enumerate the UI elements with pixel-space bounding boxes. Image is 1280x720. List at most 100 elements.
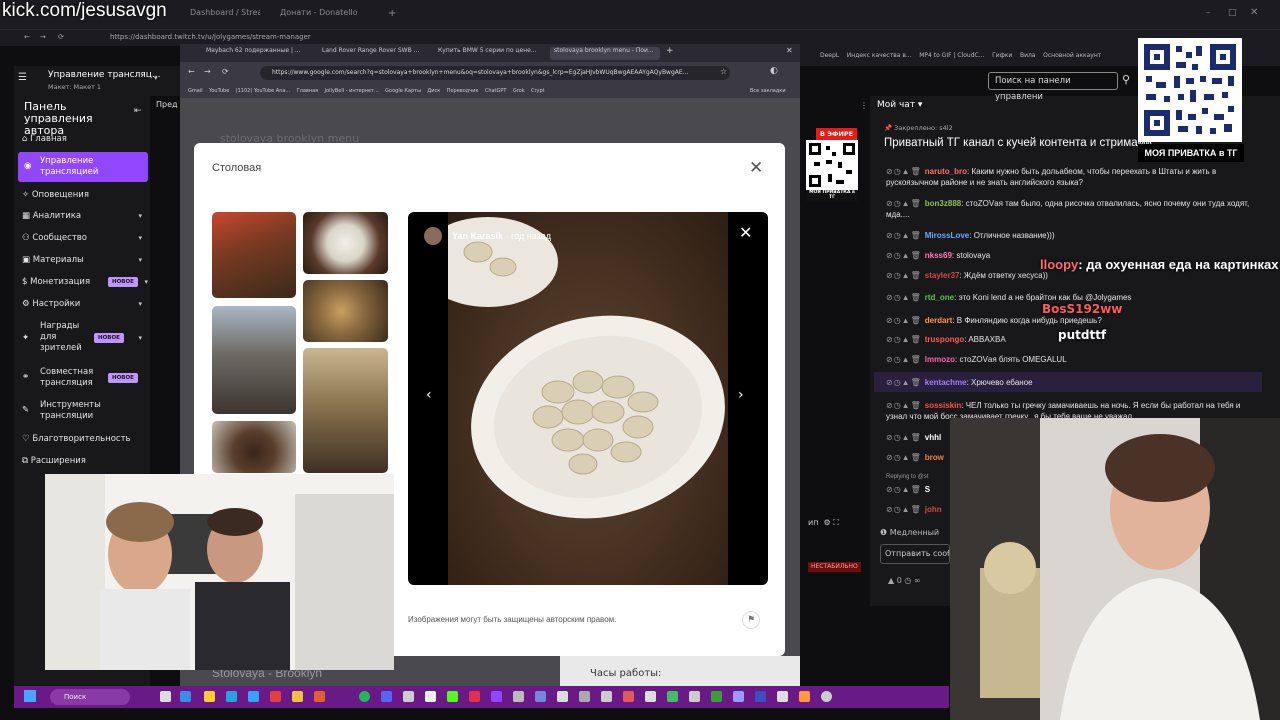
bookmark[interactable]: Crypt — [531, 88, 545, 94]
chat-input[interactable]: Отправить сооб — [880, 544, 950, 564]
bookmark[interactable]: Google Карты — [385, 88, 421, 94]
bookmark[interactable]: Индекс качества в... — [847, 52, 912, 59]
sidebar-item-tools[interactable]: ✎ Инструменты трансляции — [22, 400, 122, 422]
folder-icon[interactable] — [204, 691, 215, 702]
outer-tab[interactable]: Dashboard / StreamElab — [190, 8, 260, 26]
inner-tab[interactable]: Купить BMW 5 серии по цене... — [434, 47, 544, 60]
chat-message[interactable]: ⊘◷▲🗑 derdart: В Финляндию когда нибудь пр… — [886, 315, 1266, 326]
new-tab-icon[interactable]: + — [388, 8, 396, 19]
collapse-icon[interactable]: ⇤ — [134, 106, 142, 116]
app-icon[interactable] — [292, 691, 303, 702]
bookmark[interactable]: ChatGPT — [485, 88, 507, 94]
photo-thumbnail[interactable] — [303, 280, 388, 342]
close-icon[interactable]: ✕ — [749, 158, 763, 178]
sidebar-item-community[interactable]: ⚇ Сообщество — [22, 233, 87, 244]
chevron-down-icon[interactable]: ▾ — [138, 300, 142, 308]
windows-start-icon[interactable] — [24, 690, 36, 702]
bookmark[interactable]: Переводчик — [447, 88, 479, 94]
channel-points[interactable]: ▲ 0 ◷ ∞ — [888, 576, 921, 585]
chevron-left-icon[interactable]: ‹ — [426, 387, 432, 403]
search-icon[interactable]: ⚲ — [1122, 73, 1130, 86]
sidebar-item-alerts[interactable]: ✧ Оповещения — [22, 190, 89, 201]
close-window-icon[interactable]: ✕ — [1250, 7, 1258, 18]
avatar[interactable] — [424, 227, 442, 245]
discord-icon[interactable] — [381, 691, 392, 702]
inner-url-field[interactable]: https://www.google.com/search?q=stolovay… — [260, 66, 730, 80]
minimize-icon[interactable]: – — [1206, 8, 1211, 18]
outer-tab[interactable]: Донати - Donatello — [280, 8, 370, 26]
app-icon[interactable] — [513, 691, 524, 702]
reload-icon[interactable]: ⟳ — [58, 33, 64, 41]
author-name[interactable]: Yan Karasik — [452, 231, 503, 241]
chat-header[interactable]: Мой чат ▾ — [877, 100, 922, 110]
sidebar-item-collab[interactable]: ⚭ Совместная трансляция — [22, 367, 102, 389]
sidebar-item-rewards[interactable]: ✦ Награды для зрителей — [22, 321, 82, 354]
profile-icon[interactable]: ◐ — [770, 66, 778, 76]
bookmark[interactable]: MP4 to GIF | CloudC... — [919, 52, 984, 59]
bookmark[interactable]: YouTube — [209, 88, 229, 94]
app-icon[interactable] — [777, 691, 788, 702]
chat-message-highlighted[interactable]: ⊘◷▲🗑 kentachme: Хрючево ебаное — [874, 372, 1262, 392]
sidebar-item-monetization[interactable]: $ Монетизация — [22, 277, 90, 288]
app-icon[interactable] — [667, 691, 678, 702]
app-icon[interactable] — [755, 691, 766, 702]
sidebar-item-settings[interactable]: ⚙ Настройки — [22, 299, 80, 310]
kick-icon[interactable] — [447, 691, 458, 702]
chat-message[interactable]: ⊘◷▲🗑 MirossLove: Отличное название))) — [886, 230, 1266, 241]
manager-title[interactable]: Управление трансляц... — [48, 70, 161, 80]
spotify-icon[interactable] — [359, 691, 370, 702]
bookmark[interactable]: Диск — [427, 88, 440, 94]
menu-icon[interactable]: ☰ — [18, 72, 27, 83]
bookmark[interactable]: Основной аккаунт — [1043, 52, 1101, 59]
telegram-icon[interactable] — [226, 691, 237, 702]
sidebar-item-extensions[interactable]: ⧉ Расширения — [22, 456, 86, 467]
photo-thumbnail[interactable] — [303, 212, 388, 274]
sidebar-item-charity[interactable]: ♡ Благотворительность — [22, 434, 131, 445]
chevron-down-icon[interactable]: ▾ — [138, 234, 142, 242]
chat-message[interactable]: ⊘◷▲🗑 lmmozo: стоZOVая блять OMEGALUL — [886, 354, 1266, 365]
more-options-icon[interactable]: ⋮ — [860, 101, 868, 110]
photo-thumbnail[interactable] — [212, 212, 296, 298]
bookmark[interactable]: Главная — [297, 88, 319, 94]
app-icon[interactable] — [623, 691, 634, 702]
app-icon[interactable] — [601, 691, 612, 702]
app-icon[interactable] — [535, 691, 546, 702]
app-icon[interactable] — [270, 691, 281, 702]
photo-thumbnail[interactable] — [212, 421, 296, 473]
player-controls[interactable]: ип ⚙ ⛶ — [808, 518, 839, 528]
bookmark[interactable]: DeepL — [820, 52, 839, 59]
app-icon[interactable] — [314, 691, 325, 702]
sidebar-item-content[interactable]: ▣ Материалы — [22, 255, 84, 266]
chevron-down-icon[interactable]: ▾ — [138, 212, 142, 220]
all-bookmarks[interactable]: Все закладки — [750, 88, 786, 94]
app-icon[interactable] — [689, 691, 700, 702]
sidebar-item-stream-manager[interactable]: ◉ Управление трансляцией — [18, 152, 148, 182]
star-icon[interactable]: ☆ — [720, 67, 727, 76]
close-window-icon[interactable]: ✕ — [786, 46, 793, 55]
bookmark[interactable]: Gmail — [188, 88, 203, 94]
chat-message[interactable]: ⊘◷▲🗑 bon3z888: стоZOVая там было, одна ри… — [886, 198, 1266, 220]
forward-icon[interactable]: → — [204, 67, 211, 76]
close-icon[interactable]: ✕ — [739, 223, 752, 242]
app-icon[interactable] — [799, 691, 810, 702]
app-icon[interactable] — [645, 691, 656, 702]
chat-message[interactable]: ⊘◷▲🗑 naruto_bro: Каким нужно быть дольабе… — [886, 166, 1266, 188]
dashboard-search[interactable]: Поиск на панели управлени — [988, 72, 1118, 102]
chevron-down-icon[interactable]: ▾ — [154, 74, 158, 82]
app-icon[interactable] — [733, 691, 744, 702]
app-icon[interactable] — [821, 691, 832, 702]
maximize-icon[interactable]: □ — [1228, 8, 1237, 18]
bookmark[interactable]: Grok — [513, 88, 525, 94]
app-icon[interactable] — [557, 691, 568, 702]
taskbar-search[interactable]: Поиск — [50, 689, 130, 705]
reload-icon[interactable]: ⟳ — [222, 67, 229, 76]
chevron-down-icon[interactable]: ▾ — [144, 278, 148, 286]
settings-icon[interactable] — [579, 691, 590, 702]
chevron-down-icon[interactable]: ▾ — [138, 334, 142, 342]
forward-icon[interactable]: → — [40, 33, 46, 41]
chevron-down-icon[interactable]: ▾ — [138, 256, 142, 264]
app-icon[interactable] — [711, 691, 722, 702]
twitch-icon[interactable] — [491, 691, 502, 702]
taskview-icon[interactable] — [160, 691, 171, 702]
back-icon[interactable]: ← — [188, 67, 195, 76]
